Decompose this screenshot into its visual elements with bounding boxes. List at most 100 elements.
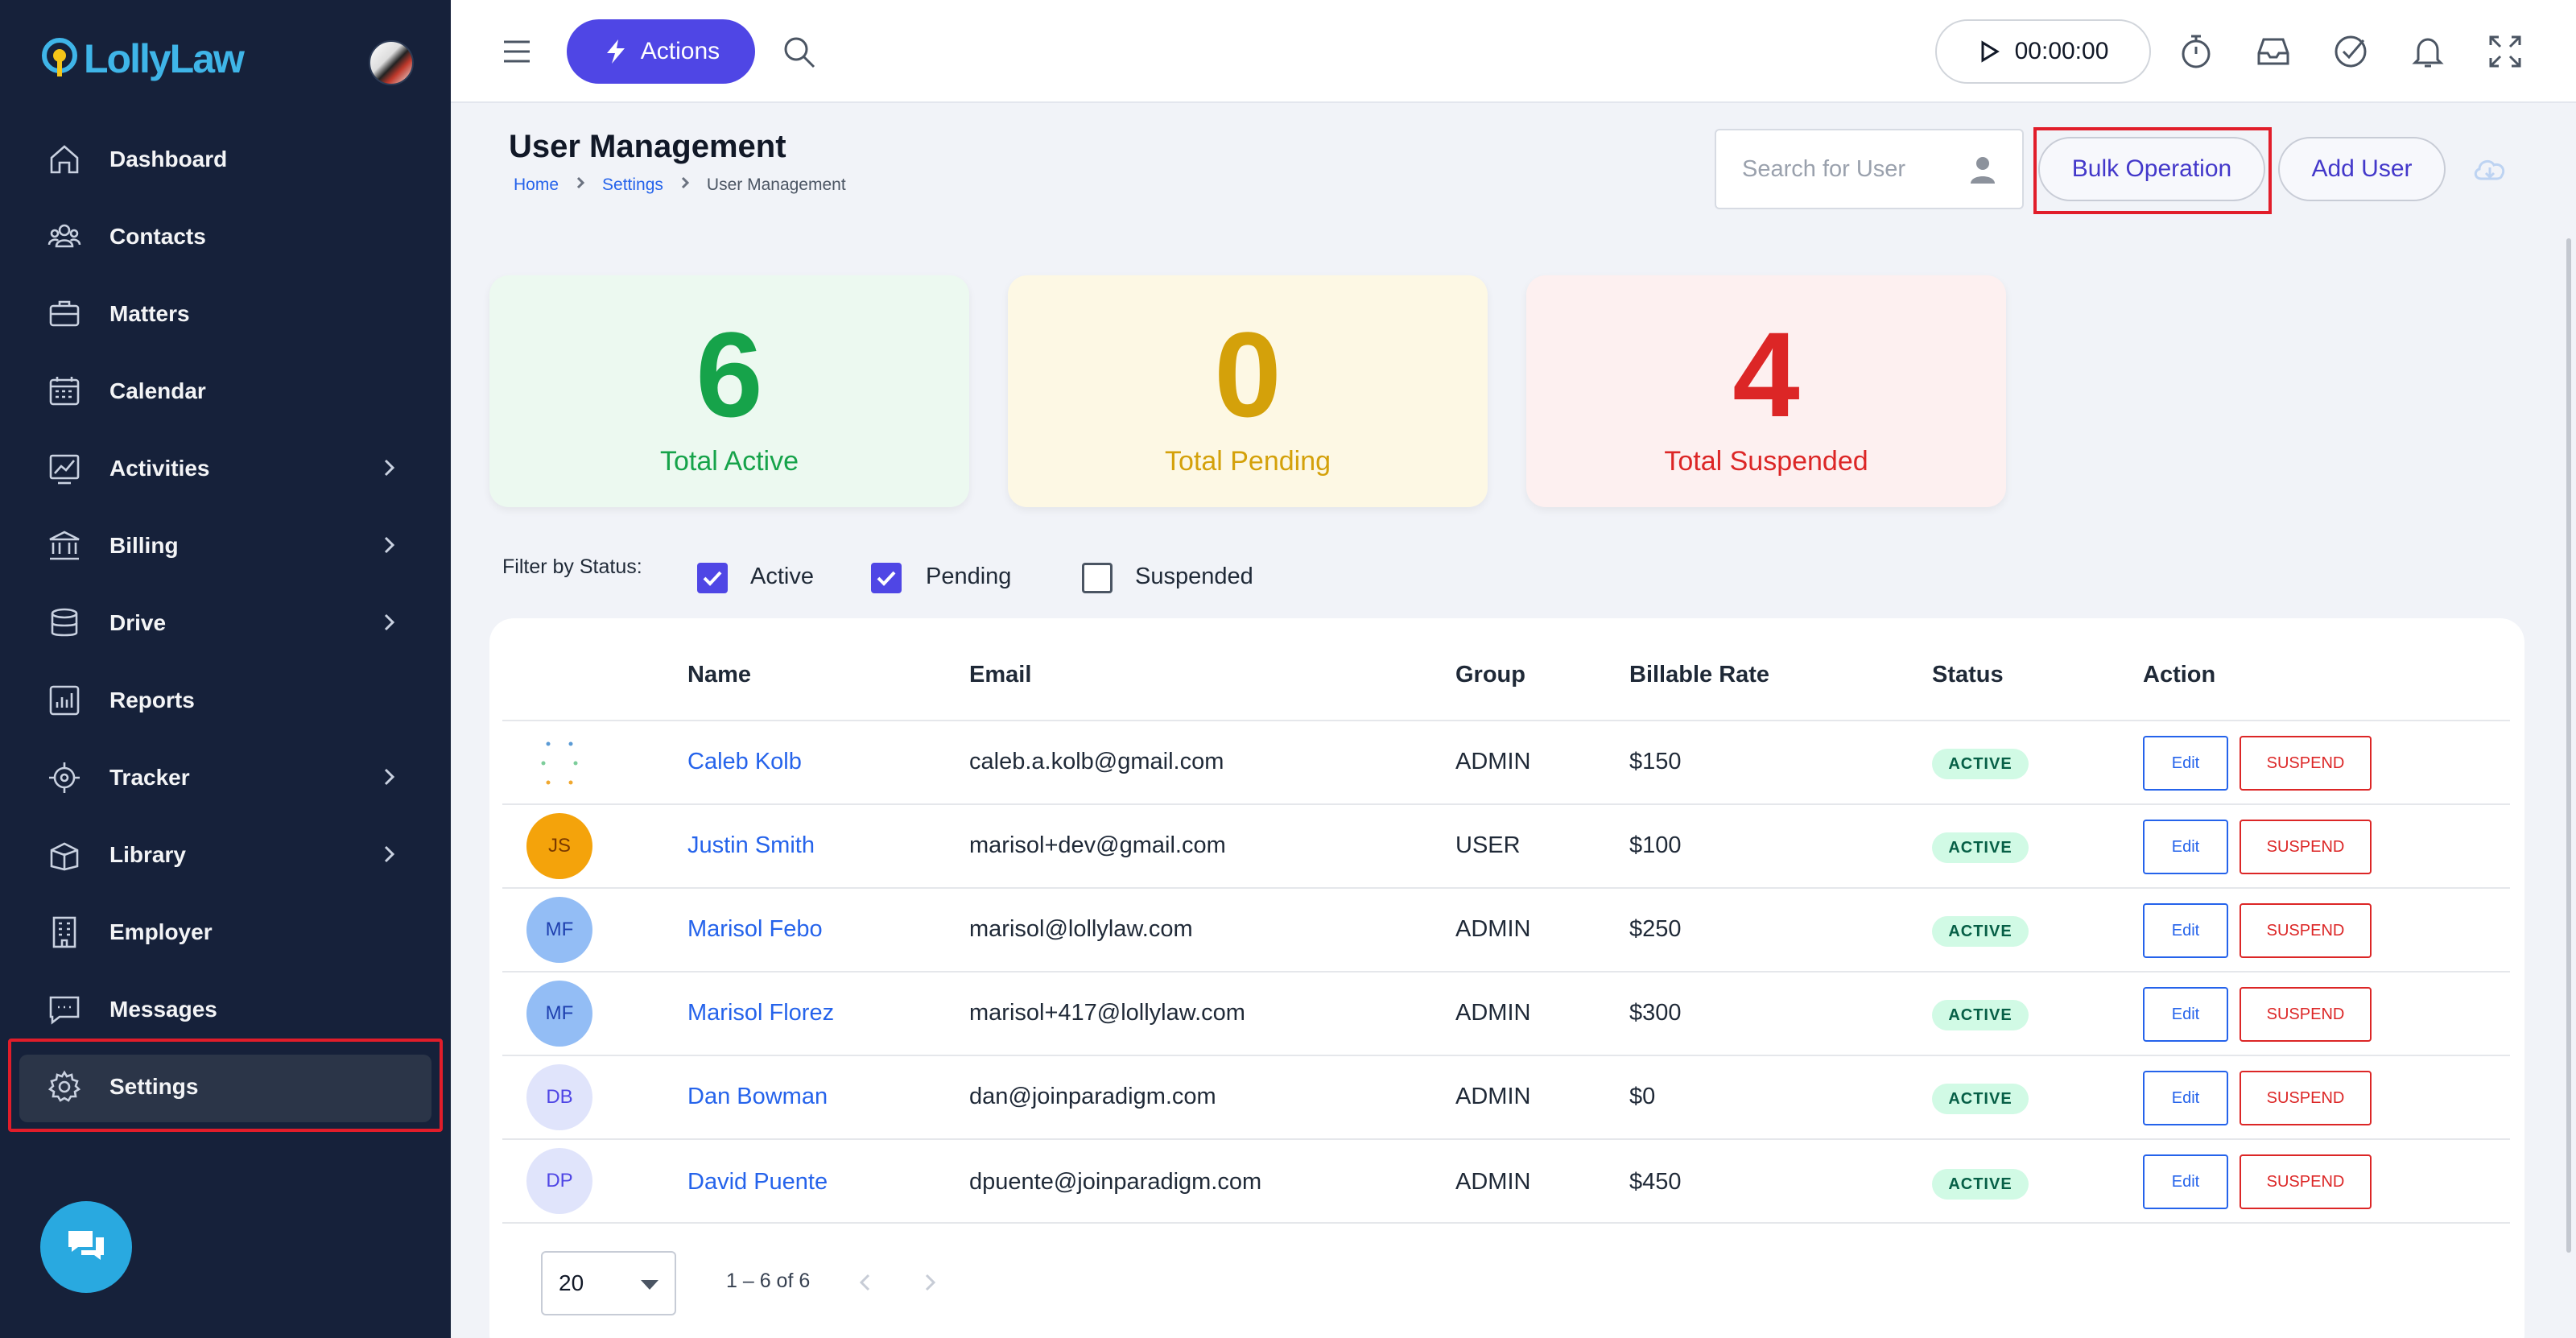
sidebar-item-label: Employer bbox=[109, 919, 213, 944]
breadcrumb-current: User Management bbox=[706, 176, 846, 194]
sidebar-item-messages[interactable]: Messages bbox=[0, 971, 451, 1048]
filter-suspended-checkbox[interactable] bbox=[1082, 563, 1113, 593]
status-badge: ACTIVE bbox=[1932, 1169, 2029, 1200]
bell-icon[interactable] bbox=[2409, 32, 2447, 71]
library-icon bbox=[47, 837, 82, 873]
prev-page-icon[interactable] bbox=[853, 1270, 877, 1295]
user-email: dan@joinparadigm.com bbox=[969, 1084, 1216, 1109]
status-badge: ACTIVE bbox=[1932, 916, 2029, 947]
suspend-button[interactable]: SUSPEND bbox=[2240, 736, 2372, 791]
sidebar-item-matters[interactable]: Matters bbox=[0, 275, 451, 353]
column-header-name: Name bbox=[687, 662, 751, 688]
filter-active-checkbox[interactable] bbox=[697, 563, 728, 593]
user-rate: $450 bbox=[1629, 1169, 1682, 1195]
chat-icon bbox=[68, 1231, 104, 1260]
edit-button[interactable]: Edit bbox=[2143, 736, 2228, 791]
suspend-button[interactable]: SUSPEND bbox=[2240, 1071, 2372, 1125]
suspend-button[interactable]: SUSPEND bbox=[2240, 1154, 2372, 1209]
status-badge: ACTIVE bbox=[1932, 1000, 2029, 1030]
sidebar-item-library[interactable]: Library bbox=[0, 816, 451, 894]
row-divider bbox=[502, 803, 2510, 805]
logo-text: LollyLaw bbox=[84, 36, 245, 81]
sidebar-item-drive[interactable]: Drive bbox=[0, 584, 451, 662]
topbar: Actions 00:00:00 bbox=[451, 0, 2576, 103]
actions-label: Actions bbox=[640, 38, 720, 64]
user-name-link[interactable]: Justin Smith bbox=[687, 832, 815, 859]
breadcrumb-home[interactable]: Home bbox=[514, 176, 559, 195]
sidebar-item-reports[interactable]: Reports bbox=[0, 662, 451, 739]
user-email: marisol+dev@gmail.com bbox=[969, 832, 1226, 858]
sidebar-item-contacts[interactable]: Contacts bbox=[0, 198, 451, 275]
users-table bbox=[489, 618, 2524, 1338]
page-size-select[interactable]: 20 bbox=[541, 1251, 676, 1315]
sidebar-nav: Dashboard Contacts Matters Calendar Acti… bbox=[0, 121, 451, 1125]
gear-icon bbox=[47, 1069, 82, 1105]
sidebar-item-employer[interactable]: Employer bbox=[0, 894, 451, 971]
edit-button[interactable]: Edit bbox=[2143, 820, 2228, 874]
user-search-field[interactable] bbox=[1715, 129, 2024, 209]
home-icon bbox=[47, 142, 82, 177]
suspend-button[interactable]: SUSPEND bbox=[2240, 820, 2372, 874]
chevron-right-icon bbox=[377, 610, 401, 634]
filter-pending-checkbox[interactable] bbox=[871, 563, 902, 593]
stat-value: 0 bbox=[1214, 307, 1282, 442]
column-header-email: Email bbox=[969, 662, 1032, 688]
fullscreen-icon[interactable] bbox=[2486, 32, 2524, 71]
suspend-button[interactable]: SUSPEND bbox=[2240, 903, 2372, 958]
sidebar-item-label: Dashboard bbox=[109, 147, 228, 171]
pagination-range: 1 – 6 of 6 bbox=[726, 1270, 811, 1292]
user-name-link[interactable]: Caleb Kolb bbox=[687, 749, 802, 775]
user-group: ADMIN bbox=[1455, 1084, 1531, 1109]
stat-label: Total Pending bbox=[1164, 446, 1331, 477]
avatar: DB bbox=[526, 1064, 592, 1130]
loading-spinner-icon bbox=[541, 741, 578, 785]
sidebar-item-dashboard[interactable]: Dashboard bbox=[0, 121, 451, 198]
chevron-right-icon bbox=[377, 842, 401, 866]
breadcrumb-settings[interactable]: Settings bbox=[602, 176, 663, 195]
edit-button[interactable]: Edit bbox=[2143, 903, 2228, 958]
user-search-input[interactable] bbox=[1742, 155, 1959, 183]
next-page-icon[interactable] bbox=[918, 1270, 942, 1295]
user-email: dpuente@joinparadigm.com bbox=[969, 1169, 1262, 1195]
search-icon[interactable] bbox=[781, 34, 818, 71]
filter-label: Filter by Status: bbox=[502, 555, 642, 578]
user-rate: $250 bbox=[1629, 916, 1682, 942]
sidebar-item-calendar[interactable]: Calendar bbox=[0, 353, 451, 430]
timer-button[interactable]: 00:00:00 bbox=[1935, 19, 2151, 84]
chat-button[interactable] bbox=[40, 1201, 132, 1293]
stopwatch-icon[interactable] bbox=[2177, 32, 2215, 71]
suspend-button[interactable]: SUSPEND bbox=[2240, 987, 2372, 1042]
cloud-download-icon[interactable] bbox=[2471, 153, 2508, 185]
add-user-button[interactable]: Add User bbox=[2278, 137, 2446, 201]
sidebar-item-activities[interactable]: Activities bbox=[0, 430, 451, 507]
sidebar-item-billing[interactable]: Billing bbox=[0, 507, 451, 584]
column-header-group: Group bbox=[1455, 662, 1525, 688]
page-scrollbar[interactable] bbox=[2566, 238, 2571, 1253]
sidebar-item-tracker[interactable]: Tracker bbox=[0, 739, 451, 816]
user-name-link[interactable]: Marisol Florez bbox=[687, 1000, 834, 1026]
user-name-link[interactable]: Dan Bowman bbox=[687, 1084, 828, 1110]
caret-down-icon bbox=[641, 1280, 658, 1290]
user-group: ADMIN bbox=[1455, 749, 1531, 774]
sidebar: LollyLaw Dashboard Contacts Matters Cale… bbox=[0, 0, 451, 1338]
edit-button[interactable]: Edit bbox=[2143, 987, 2228, 1042]
edit-button[interactable]: Edit bbox=[2143, 1154, 2228, 1209]
chevron-right-icon bbox=[377, 533, 401, 557]
sidebar-item-label: Billing bbox=[109, 533, 179, 558]
target-icon bbox=[47, 760, 82, 795]
database-icon bbox=[47, 605, 82, 641]
user-name-link[interactable]: David Puente bbox=[687, 1169, 828, 1196]
row-divider bbox=[502, 971, 2510, 973]
avatar-loading bbox=[526, 729, 592, 795]
actions-button[interactable]: Actions bbox=[567, 19, 755, 84]
inbox-icon[interactable] bbox=[2254, 32, 2293, 71]
profile-avatar[interactable] bbox=[369, 40, 414, 85]
edit-button[interactable]: Edit bbox=[2143, 1071, 2228, 1125]
sidebar-item-label: Drive bbox=[109, 610, 167, 635]
user-group: ADMIN bbox=[1455, 916, 1531, 942]
logo[interactable]: LollyLaw bbox=[40, 35, 245, 82]
user-name-link[interactable]: Marisol Febo bbox=[687, 916, 823, 943]
building-icon bbox=[47, 915, 82, 950]
check-circle-icon[interactable] bbox=[2331, 32, 2370, 71]
menu-icon[interactable] bbox=[501, 37, 533, 66]
